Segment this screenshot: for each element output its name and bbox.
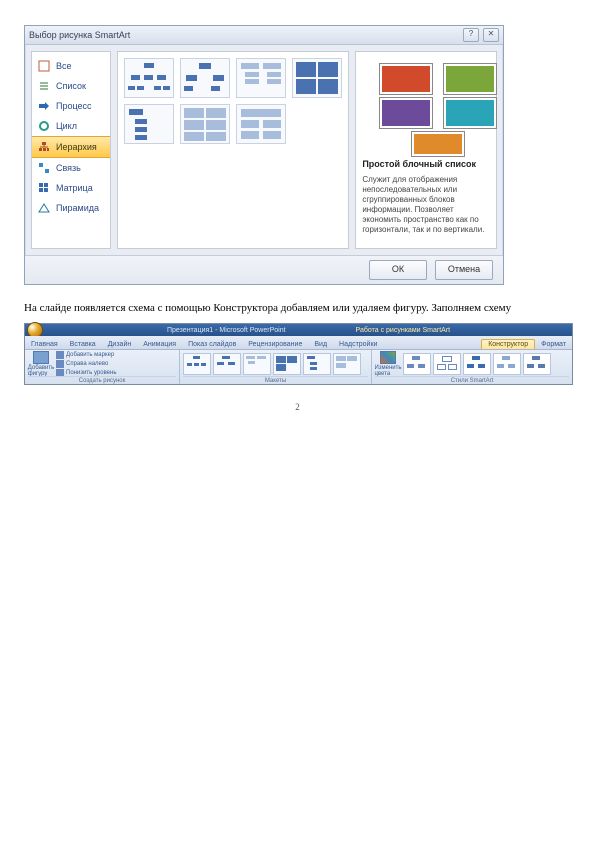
smartart-dialog: Выбор рисунка SmartArt ? ✕ Все Список: [24, 25, 502, 283]
dialog-title: Выбор рисунка SmartArt: [29, 30, 130, 40]
help-button[interactable]: ?: [463, 28, 479, 42]
ribbon-body: Добавить фигуру Добавить маркер Справа н…: [25, 350, 572, 384]
tab-animation[interactable]: Анимация: [137, 340, 182, 349]
preview-block: [444, 64, 496, 94]
tab-constructor[interactable]: Конструктор: [481, 339, 535, 349]
ribbon-group-create: Добавить фигуру Добавить маркер Справа н…: [25, 350, 180, 384]
category-matrix[interactable]: Матрица: [32, 178, 110, 198]
dialog-titlebar: Выбор рисунка SmartArt ? ✕: [25, 26, 503, 45]
tab-design[interactable]: Дизайн: [102, 340, 138, 349]
layout-option[interactable]: [213, 353, 241, 375]
close-button[interactable]: ✕: [483, 28, 499, 42]
preview-block: [380, 98, 432, 128]
style-option[interactable]: [493, 353, 521, 375]
change-colors-icon: [380, 351, 396, 364]
change-colors-button[interactable]: Изменить цвета: [375, 351, 401, 377]
layout-thumb[interactable]: [180, 58, 230, 98]
preview-graphic: [362, 58, 490, 153]
style-option[interactable]: [433, 353, 461, 375]
category-list-item[interactable]: Список: [32, 76, 110, 96]
pyramid-icon: [38, 202, 50, 214]
tab-format[interactable]: Формат: [535, 340, 572, 349]
tab-review[interactable]: Рецензирование: [242, 340, 308, 349]
group-label: Создать рисунок: [28, 376, 176, 384]
preview-description: Служит для отображения непоследовательны…: [362, 175, 490, 235]
matrix-icon: [38, 182, 50, 194]
rtl-icon: [56, 360, 64, 368]
category-process[interactable]: Процесс: [32, 96, 110, 116]
layout-option[interactable]: [303, 353, 331, 375]
layout-gallery: [117, 51, 349, 249]
preview-panel: Простой блочный список Служит для отобра…: [355, 51, 497, 249]
ribbon-tabs: Главная Вставка Дизайн Анимация Показ сл…: [25, 336, 572, 350]
style-option[interactable]: [403, 353, 431, 375]
category-label: Связь: [56, 163, 81, 173]
context-title: Работа с рисунками SmartArt: [356, 327, 451, 334]
hierarchy-icon: [38, 141, 50, 153]
page-number: 2: [0, 402, 595, 412]
layout-thumb[interactable]: [180, 104, 230, 144]
caption-text: На слайде появляется схема с помощью Кон…: [24, 302, 574, 314]
dialog-footer: ОК Отмена: [25, 255, 503, 284]
layout-thumb[interactable]: [124, 104, 174, 144]
category-label: Иерархия: [56, 142, 97, 152]
add-shape-icon: [33, 351, 49, 364]
cycle-icon: [38, 120, 50, 132]
dialog-body: Все Список Процесс Цикл Иерархия: [25, 45, 503, 255]
layout-option[interactable]: [243, 353, 271, 375]
category-relationship[interactable]: Связь: [32, 158, 110, 178]
layout-option[interactable]: [183, 353, 211, 375]
category-label: Цикл: [56, 121, 77, 131]
relationship-icon: [38, 162, 50, 174]
ok-button[interactable]: ОК: [369, 260, 427, 280]
list-icon: [38, 80, 50, 92]
preview-block: [380, 64, 432, 94]
app-title: Презентация1 - Microsoft PowerPoint: [167, 327, 286, 334]
process-icon: [38, 100, 50, 112]
tab-home[interactable]: Главная: [25, 340, 64, 349]
dialog-frame: Выбор рисунка SmartArt ? ✕ Все Список: [24, 25, 504, 285]
preview-block: [412, 132, 464, 156]
layout-option[interactable]: [333, 353, 361, 375]
tab-slideshow[interactable]: Показ слайдов: [182, 340, 242, 349]
category-label: Пирамида: [56, 203, 99, 213]
tab-view[interactable]: Вид: [308, 340, 333, 349]
create-options: Добавить маркер Справа налево Понизить у…: [56, 351, 116, 377]
window-control-buttons: ? ✕: [463, 28, 499, 42]
category-all[interactable]: Все: [32, 56, 110, 76]
rtl-button[interactable]: Справа налево: [56, 360, 116, 368]
style-option[interactable]: [463, 353, 491, 375]
group-label: Стили SmartArt: [375, 376, 569, 384]
category-label: Процесс: [56, 101, 92, 111]
layout-thumb[interactable]: [236, 58, 286, 98]
category-label: Все: [56, 61, 72, 71]
category-label: Матрица: [56, 183, 93, 193]
tab-addins[interactable]: Надстройки: [333, 340, 383, 349]
layout-thumb[interactable]: [292, 58, 342, 98]
app-titlebar: Презентация1 - Microsoft PowerPoint Рабо…: [25, 324, 572, 336]
ribbon-group-layouts: Макеты: [180, 350, 372, 384]
all-icon: [38, 60, 50, 72]
category-list: Все Список Процесс Цикл Иерархия: [31, 51, 111, 249]
cancel-button[interactable]: Отмена: [435, 260, 493, 280]
layout-option[interactable]: [273, 353, 301, 375]
preview-block: [444, 98, 496, 128]
ribbon-group-styles: Изменить цвета Стили SmartArt: [372, 350, 572, 384]
preview-title: Простой блочный список: [362, 159, 490, 169]
bullet-icon: [56, 351, 64, 359]
ribbon-screenshot: Презентация1 - Microsoft PowerPoint Рабо…: [24, 323, 573, 385]
layout-thumb[interactable]: [236, 104, 286, 144]
tab-insert[interactable]: Вставка: [64, 340, 102, 349]
category-pyramid[interactable]: Пирамида: [32, 198, 110, 218]
add-shape-button[interactable]: Добавить фигуру: [28, 351, 54, 377]
layout-thumb[interactable]: [124, 58, 174, 98]
category-cycle[interactable]: Цикл: [32, 116, 110, 136]
category-hierarchy[interactable]: Иерархия: [32, 136, 110, 158]
style-option[interactable]: [523, 353, 551, 375]
category-label: Список: [56, 81, 86, 91]
group-label: Макеты: [183, 376, 368, 384]
add-bullet-button[interactable]: Добавить маркер: [56, 351, 116, 359]
